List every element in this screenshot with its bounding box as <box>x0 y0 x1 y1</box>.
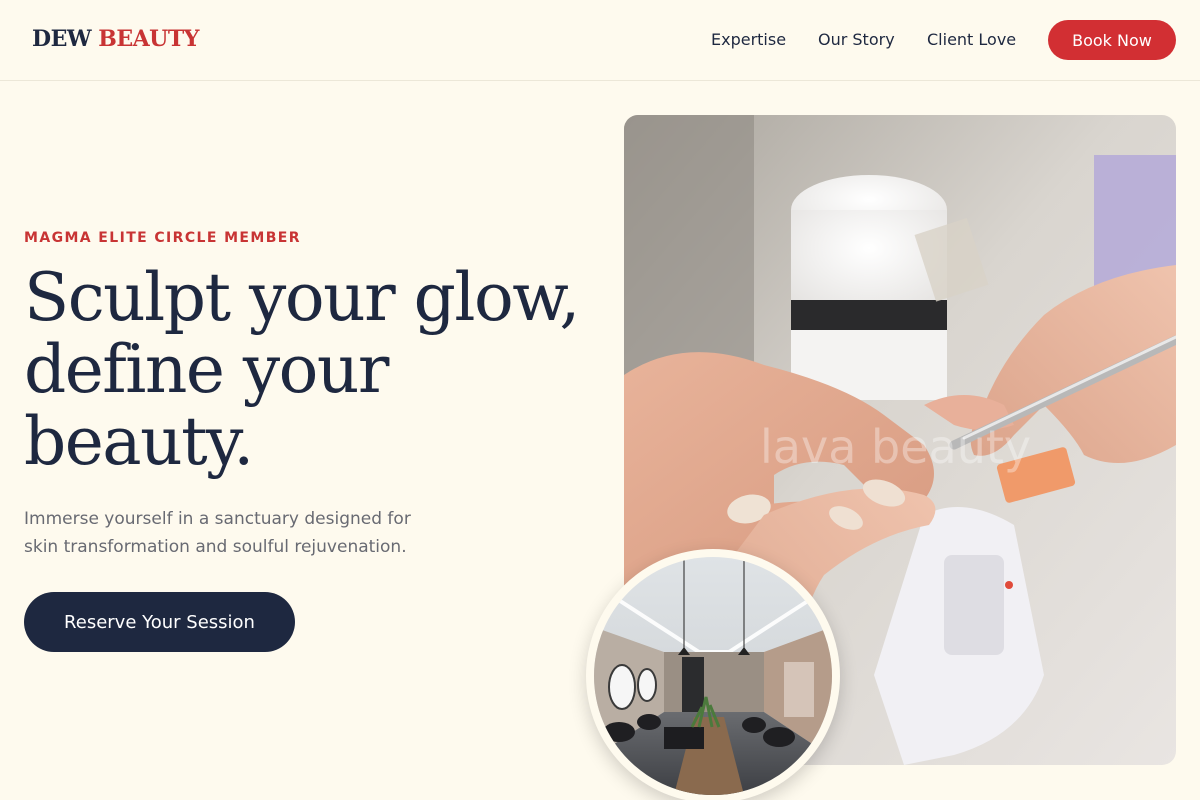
nav-link-client-love[interactable]: Client Love <box>927 30 1016 49</box>
hero-subtext-line: skin transformation and soulful rejuvena… <box>24 537 407 557</box>
reserve-session-button[interactable]: Reserve Your Session <box>24 592 295 652</box>
hero-headline-line: define your <box>24 331 389 408</box>
salon-interior-photo <box>586 549 840 800</box>
logo-part-beauty: BEAUTY <box>98 26 199 52</box>
hero-headline: Sculpt your glow, define your beauty. <box>24 262 584 478</box>
nav-link-our-story[interactable]: Our Story <box>818 30 895 49</box>
logo[interactable]: DEW BEAUTY <box>32 26 199 52</box>
hero-headline-line: Sculpt your glow, <box>24 259 580 336</box>
hero-subtext: Immerse yourself in a sanctuary designed… <box>24 505 464 561</box>
book-now-button[interactable]: Book Now <box>1048 20 1176 60</box>
hero-headline-line: beauty. <box>24 403 254 480</box>
hero-subtext-line: Immerse yourself in a sanctuary designed… <box>24 509 411 529</box>
site-header: DEW BEAUTY Expertise Our Story Client Lo… <box>0 0 1200 81</box>
membership-eyebrow: MAGMA ELITE CIRCLE MEMBER <box>24 230 301 246</box>
nav-link-expertise[interactable]: Expertise <box>711 30 786 49</box>
logo-part-dew: DEW <box>32 26 92 52</box>
image-watermark: lava beauty <box>760 420 1031 474</box>
